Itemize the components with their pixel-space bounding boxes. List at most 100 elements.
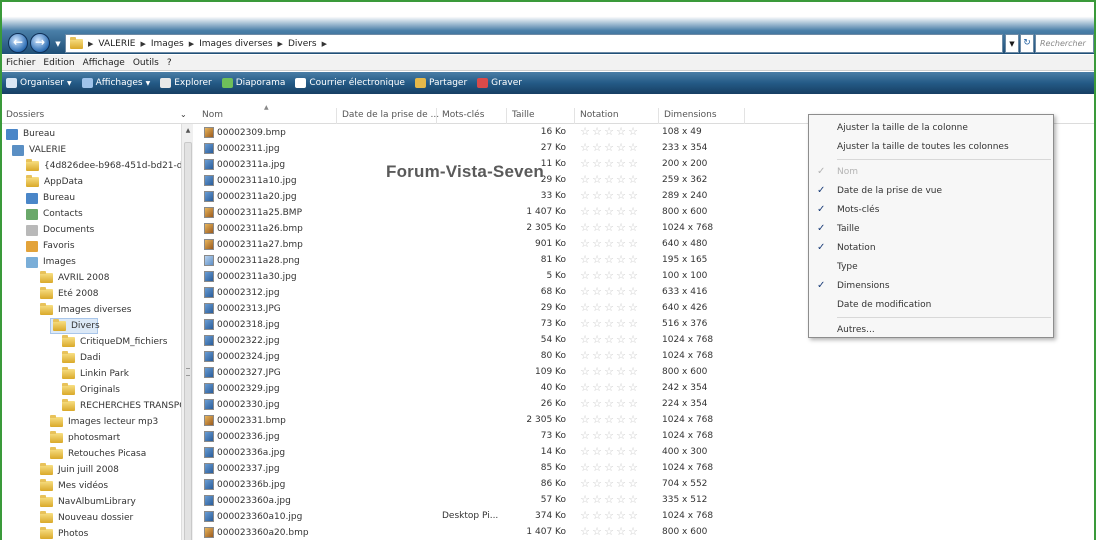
column-divider[interactable] — [744, 108, 745, 124]
tree-item[interactable]: Nouveau dossier — [40, 510, 133, 526]
star-icon[interactable]: ☆ — [627, 510, 639, 522]
file-row[interactable]: 00002311a27.bmp 901 Ko ☆ ☆ ☆ ☆ ☆ 640 x 480 — [194, 237, 794, 253]
star-icon[interactable]: ☆ — [591, 158, 603, 170]
star-icon[interactable]: ☆ — [591, 526, 603, 538]
column-header-notation[interactable]: Notation — [580, 110, 619, 120]
column-header-nom[interactable]: Nom — [202, 110, 223, 120]
star-icon[interactable]: ☆ — [603, 398, 615, 410]
star-icon[interactable]: ☆ — [591, 174, 603, 186]
star-icon[interactable]: ☆ — [591, 494, 603, 506]
star-icon[interactable]: ☆ — [591, 238, 603, 250]
star-icon[interactable]: ☆ — [615, 510, 627, 522]
star-icon[interactable]: ☆ — [579, 414, 591, 426]
star-icon[interactable]: ☆ — [591, 478, 603, 490]
rating-stars[interactable]: ☆ ☆ ☆ ☆ ☆ — [579, 174, 639, 186]
star-icon[interactable]: ☆ — [603, 430, 615, 442]
star-icon[interactable]: ☆ — [603, 334, 615, 346]
file-row[interactable]: 000023360a20.bmp 1 407 Ko ☆ ☆ ☆ ☆ ☆ 800 x 600 — [194, 525, 794, 540]
star-icon[interactable]: ☆ — [627, 526, 639, 538]
star-icon[interactable]: ☆ — [627, 382, 639, 394]
menu-item-size-column[interactable]: Ajuster la taille de la colonne — [809, 119, 1053, 138]
star-icon[interactable]: ☆ — [615, 286, 627, 298]
rating-stars[interactable]: ☆ ☆ ☆ ☆ ☆ — [579, 142, 639, 154]
file-row[interactable]: 00002337.jpg 85 Ko ☆ ☆ ☆ ☆ ☆ 1024 x 768 — [194, 461, 794, 477]
star-icon[interactable]: ☆ — [615, 126, 627, 138]
rating-stars[interactable]: ☆ ☆ ☆ ☆ ☆ — [579, 398, 639, 410]
command-views[interactable]: Affichages ▼ — [81, 78, 150, 88]
star-icon[interactable]: ☆ — [615, 254, 627, 266]
column-header-date[interactable]: Date de la prise de ... — [342, 110, 439, 120]
tree-item[interactable]: Favoris — [26, 238, 75, 254]
file-row[interactable]: 00002313.JPG 29 Ko ☆ ☆ ☆ ☆ ☆ 640 x 426 — [194, 301, 794, 317]
star-icon[interactable]: ☆ — [579, 366, 591, 378]
menu-edition[interactable]: Edition — [43, 58, 74, 68]
menu-item-column-type[interactable]: Type — [809, 258, 1053, 277]
column-divider[interactable] — [506, 108, 507, 124]
rating-stars[interactable]: ☆ ☆ ☆ ☆ ☆ — [579, 334, 639, 346]
star-icon[interactable]: ☆ — [603, 446, 615, 458]
star-icon[interactable]: ☆ — [591, 142, 603, 154]
star-icon[interactable]: ☆ — [603, 462, 615, 474]
star-icon[interactable]: ☆ — [579, 126, 591, 138]
star-icon[interactable]: ☆ — [579, 238, 591, 250]
menu-item-size-all-columns[interactable]: Ajuster la taille de toutes les colonnes — [809, 138, 1053, 157]
star-icon[interactable]: ☆ — [627, 334, 639, 346]
star-icon[interactable]: ☆ — [591, 206, 603, 218]
star-icon[interactable]: ☆ — [591, 446, 603, 458]
star-icon[interactable]: ☆ — [627, 302, 639, 314]
rating-stars[interactable]: ☆ ☆ ☆ ☆ ☆ — [579, 286, 639, 298]
search-input[interactable]: Rechercher — [1035, 34, 1094, 53]
star-icon[interactable]: ☆ — [627, 238, 639, 250]
rating-stars[interactable]: ☆ ☆ ☆ ☆ ☆ — [579, 414, 639, 426]
star-icon[interactable]: ☆ — [627, 270, 639, 282]
star-icon[interactable]: ☆ — [603, 254, 615, 266]
tree-item[interactable]: Bureau — [6, 126, 55, 142]
rating-stars[interactable]: ☆ ☆ ☆ ☆ ☆ — [579, 270, 639, 282]
star-icon[interactable]: ☆ — [603, 478, 615, 490]
star-icon[interactable]: ☆ — [615, 398, 627, 410]
star-icon[interactable]: ☆ — [579, 302, 591, 314]
star-icon[interactable]: ☆ — [615, 366, 627, 378]
rating-stars[interactable]: ☆ ☆ ☆ ☆ ☆ — [579, 382, 639, 394]
tree-item[interactable]: Bureau — [26, 190, 75, 206]
tree-item[interactable]: Images diverses — [40, 302, 131, 318]
star-icon[interactable]: ☆ — [603, 526, 615, 538]
file-row[interactable]: 00002309.bmp 16 Ko ☆ ☆ ☆ ☆ ☆ 108 x 49 — [194, 125, 794, 141]
star-icon[interactable]: ☆ — [579, 206, 591, 218]
star-icon[interactable]: ☆ — [615, 318, 627, 330]
star-icon[interactable]: ☆ — [627, 366, 639, 378]
star-icon[interactable]: ☆ — [603, 510, 615, 522]
star-icon[interactable]: ☆ — [627, 190, 639, 202]
star-icon[interactable]: ☆ — [603, 142, 615, 154]
menu-help[interactable]: ? — [167, 58, 172, 68]
star-icon[interactable]: ☆ — [615, 302, 627, 314]
star-icon[interactable]: ☆ — [615, 206, 627, 218]
menu-item-column-dimensions[interactable]: ✓ Dimensions — [809, 277, 1053, 296]
star-icon[interactable]: ☆ — [615, 430, 627, 442]
breadcrumb-item[interactable]: ▶ Images diverses — [184, 39, 273, 49]
star-icon[interactable]: ☆ — [579, 462, 591, 474]
command-email[interactable]: Courrier électronique — [295, 78, 405, 88]
star-icon[interactable]: ☆ — [627, 286, 639, 298]
rating-stars[interactable]: ☆ ☆ ☆ ☆ ☆ — [579, 510, 639, 522]
file-row[interactable]: 00002331.bmp 2 305 Ko ☆ ☆ ☆ ☆ ☆ 1024 x 768 — [194, 413, 794, 429]
star-icon[interactable]: ☆ — [603, 414, 615, 426]
menu-affichage[interactable]: Affichage — [83, 58, 125, 68]
rating-stars[interactable]: ☆ ☆ ☆ ☆ ☆ — [579, 158, 639, 170]
column-header-taille[interactable]: Taille — [512, 110, 535, 120]
star-icon[interactable]: ☆ — [615, 190, 627, 202]
star-icon[interactable]: ☆ — [591, 350, 603, 362]
rating-stars[interactable]: ☆ ☆ ☆ ☆ ☆ — [579, 446, 639, 458]
rating-stars[interactable]: ☆ ☆ ☆ ☆ ☆ — [579, 190, 639, 202]
tree-item[interactable]: Photos — [40, 526, 88, 540]
menu-item-column-date-de-la-prise-de-vue[interactable]: ✓ Date de la prise de vue — [809, 182, 1053, 201]
tree-item[interactable]: AVRIL 2008 — [40, 270, 109, 286]
file-row[interactable]: 00002311a26.bmp 2 305 Ko ☆ ☆ ☆ ☆ ☆ 1024 x 768 — [194, 221, 794, 237]
star-icon[interactable]: ☆ — [591, 126, 603, 138]
file-row[interactable]: 00002336.jpg 73 Ko ☆ ☆ ☆ ☆ ☆ 1024 x 768 — [194, 429, 794, 445]
address-bar[interactable]: ▶ VALERIE ▶ Images ▶ Images diverses ▶ Diver… — [65, 34, 1003, 53]
star-icon[interactable]: ☆ — [627, 462, 639, 474]
star-icon[interactable]: ☆ — [579, 318, 591, 330]
tree-item[interactable]: Documents — [26, 222, 94, 238]
star-icon[interactable]: ☆ — [579, 254, 591, 266]
